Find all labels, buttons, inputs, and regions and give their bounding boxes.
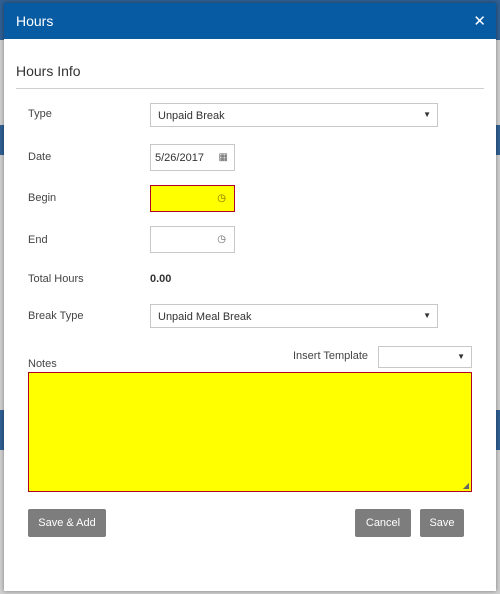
- break-type-label: Break Type: [28, 310, 84, 322]
- type-select-value: Unpaid Break: [158, 110, 225, 122]
- dialog-title: Hours: [16, 13, 54, 29]
- section-title: Hours Info: [16, 63, 81, 79]
- total-hours-label: Total Hours: [28, 273, 84, 285]
- chevron-down-icon: ▼: [423, 311, 431, 320]
- insert-template-label: Insert Template: [293, 350, 369, 362]
- type-select[interactable]: Unpaid Break ▼: [150, 103, 438, 127]
- calendar-icon[interactable]: ▦: [219, 152, 228, 163]
- save-button[interactable]: Save: [420, 509, 464, 537]
- date-input[interactable]: 5/26/2017 ▦: [150, 144, 235, 171]
- dialog-titlebar: Hours ✕: [4, 3, 496, 39]
- clock-icon[interactable]: ◷: [217, 193, 226, 204]
- resize-handle-icon[interactable]: ◢: [463, 481, 469, 490]
- save-add-button[interactable]: Save & Add: [28, 509, 106, 537]
- end-time-input[interactable]: ◷: [150, 226, 235, 253]
- break-type-select[interactable]: Unpaid Meal Break ▼: [150, 304, 438, 328]
- date-label: Date: [28, 151, 52, 163]
- date-input-value: 5/26/2017: [155, 152, 204, 164]
- type-label: Type: [28, 108, 52, 120]
- section-divider: [16, 88, 484, 89]
- break-type-select-value: Unpaid Meal Break: [158, 311, 252, 323]
- close-icon[interactable]: ✕: [473, 12, 486, 30]
- end-label: End: [28, 234, 48, 246]
- total-hours-value: 0.00: [150, 273, 172, 285]
- clock-icon[interactable]: ◷: [217, 234, 226, 245]
- notes-textarea[interactable]: ◢: [28, 372, 472, 492]
- chevron-down-icon: ▼: [457, 352, 465, 361]
- begin-label: Begin: [28, 192, 57, 204]
- hours-dialog: Hours ✕ Hours Info Type Unpaid Break ▼ D…: [4, 3, 496, 591]
- notes-label: Notes: [28, 358, 57, 370]
- begin-time-input[interactable]: ◷: [150, 185, 235, 212]
- cancel-button[interactable]: Cancel: [355, 509, 411, 537]
- insert-template-select[interactable]: ▼: [378, 346, 472, 368]
- chevron-down-icon: ▼: [423, 110, 431, 119]
